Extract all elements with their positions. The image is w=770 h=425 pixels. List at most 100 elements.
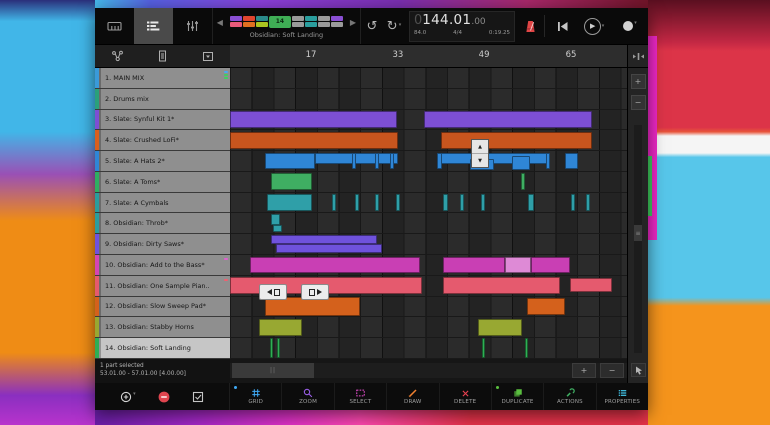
tool-zoom[interactable]: ZOOM — [282, 383, 334, 410]
track-row[interactable]: 13. Obsidian: Stabby Horns — [95, 317, 230, 338]
track-row[interactable]: 5. Slate: A Hats 2* — [95, 151, 230, 172]
clip[interactable] — [443, 194, 447, 211]
minimap-chips[interactable]: 14 — [230, 16, 343, 28]
nudge-left-button[interactable] — [259, 284, 287, 300]
v-scrollbar-thumb[interactable]: ≡ — [634, 225, 642, 241]
track-row[interactable]: 7. Slate: A Cymbals — [95, 193, 230, 214]
grid-row[interactable] — [230, 110, 627, 131]
clip[interactable] — [586, 194, 590, 211]
metronome-icon[interactable] — [519, 20, 541, 33]
clip[interactable] — [531, 257, 570, 274]
remove-button[interactable] — [158, 391, 170, 403]
track-row[interactable]: 2. Drums mix — [95, 89, 230, 110]
clip[interactable] — [315, 153, 398, 164]
grid-row[interactable] — [230, 255, 627, 276]
file-icon[interactable] — [140, 50, 185, 62]
clip[interactable] — [478, 319, 522, 336]
clip[interactable] — [437, 153, 442, 170]
clip[interactable] — [390, 153, 394, 170]
track-row[interactable]: 11. Obsidian: One Sample Pian.. — [95, 276, 230, 297]
h-scrollbar-track[interactable]: || — [230, 363, 627, 378]
track-row[interactable]: 14. Obsidian: Soft Landing — [95, 338, 230, 359]
record-button[interactable] — [623, 21, 633, 31]
clip[interactable] — [265, 297, 360, 315]
grid-row[interactable] — [230, 297, 627, 318]
grid-row[interactable] — [230, 151, 627, 172]
v-scrollbar-track[interactable]: ≡ — [634, 125, 642, 353]
tool-delete[interactable]: DELETE — [440, 383, 492, 410]
view-tab-tracks[interactable] — [134, 8, 173, 44]
grid-row[interactable] — [230, 317, 627, 338]
tool-actions[interactable]: ACTIONS — [544, 383, 596, 410]
tool-properties[interactable]: PROPERTIES — [597, 383, 648, 410]
spinner-down-icon[interactable]: ▼ — [472, 154, 488, 167]
play-caret-icon[interactable]: ▾ — [602, 23, 605, 29]
v-zoom-out-button[interactable]: − — [631, 95, 646, 110]
track-row[interactable]: 4. Slate: Crushed LoFi* — [95, 130, 230, 151]
nudge-right-button[interactable] — [301, 284, 329, 300]
clip[interactable] — [355, 194, 359, 211]
clip[interactable] — [525, 338, 528, 358]
grid-row[interactable] — [230, 234, 627, 255]
clip[interactable] — [259, 319, 302, 336]
clip[interactable] — [481, 194, 485, 211]
skip-to-start-button[interactable] — [548, 21, 576, 32]
h-scrollbar-thumb[interactable]: || — [232, 363, 314, 378]
add-button[interactable]: ▾ — [120, 391, 136, 403]
minimap-chip-pair[interactable] — [331, 16, 343, 27]
clip[interactable] — [230, 132, 398, 149]
clip[interactable] — [375, 194, 379, 211]
clip[interactable] — [277, 338, 280, 358]
clip[interactable] — [460, 194, 464, 211]
clip[interactable] — [265, 153, 315, 170]
automation-icon[interactable] — [95, 50, 140, 62]
clip[interactable] — [332, 194, 336, 211]
clip[interactable] — [482, 338, 485, 358]
clip[interactable] — [527, 298, 565, 315]
clip[interactable] — [267, 194, 312, 211]
clip[interactable] — [546, 153, 551, 170]
view-tab-mixer[interactable] — [173, 8, 212, 44]
tool-select[interactable]: SELECT — [335, 383, 387, 410]
grid-row[interactable] — [230, 68, 627, 89]
minimap-selected-chip[interactable]: 14 — [269, 16, 291, 28]
track-row[interactable]: 10. Obsidian: Add to the Bass* — [95, 255, 230, 276]
minimap-chip-pair[interactable] — [243, 16, 255, 27]
clip[interactable] — [512, 156, 530, 170]
record-caret-icon[interactable]: ▾ — [634, 20, 637, 26]
clip[interactable] — [571, 194, 575, 211]
clip[interactable] — [375, 153, 379, 170]
h-zoom-in-button[interactable]: + — [572, 363, 596, 378]
clip[interactable] — [271, 214, 280, 224]
clip[interactable] — [570, 278, 612, 292]
clip[interactable] — [270, 338, 273, 358]
minimap-next-icon[interactable]: ▶ — [350, 18, 356, 27]
clip[interactable] — [352, 153, 356, 170]
timeline-ruler[interactable]: 17334965 — [230, 45, 627, 68]
tool-duplicate[interactable]: DUPLICATE — [492, 383, 544, 410]
clip[interactable] — [443, 257, 505, 274]
track-row[interactable]: 6. Slate: A Toms* — [95, 172, 230, 193]
track-row[interactable]: 1. MAIN MIX — [95, 68, 230, 89]
clip[interactable] — [396, 194, 400, 211]
undo-button[interactable]: ↺ — [361, 19, 383, 34]
minimap-chip-pair[interactable] — [305, 16, 317, 27]
grid-row[interactable] — [230, 130, 627, 151]
h-zoom-out-button[interactable]: − — [600, 363, 624, 378]
grid-row[interactable] — [230, 338, 627, 359]
clip[interactable] — [521, 173, 525, 190]
minimap-chip-pair[interactable] — [318, 16, 330, 27]
redo-caret-icon[interactable]: ▾ — [399, 22, 402, 28]
play-button[interactable]: ▶ — [584, 18, 601, 35]
clip[interactable] — [424, 111, 592, 128]
clip[interactable] — [271, 173, 312, 190]
spinner-up-icon[interactable]: ▲ — [472, 140, 488, 154]
track-row[interactable]: 3. Slate: Synful Kit 1* — [95, 110, 230, 131]
clip[interactable] — [528, 194, 534, 211]
redo-button[interactable]: ↻▾ — [383, 19, 405, 34]
select-parts-button[interactable] — [192, 391, 204, 403]
expand-horizontal-icon[interactable] — [628, 45, 648, 68]
track-row[interactable]: 12. Obsidian: Slow Sweep Pad* — [95, 297, 230, 318]
grid-row[interactable] — [230, 213, 627, 234]
vertical-spinner[interactable]: ▲ ▼ — [471, 139, 489, 168]
